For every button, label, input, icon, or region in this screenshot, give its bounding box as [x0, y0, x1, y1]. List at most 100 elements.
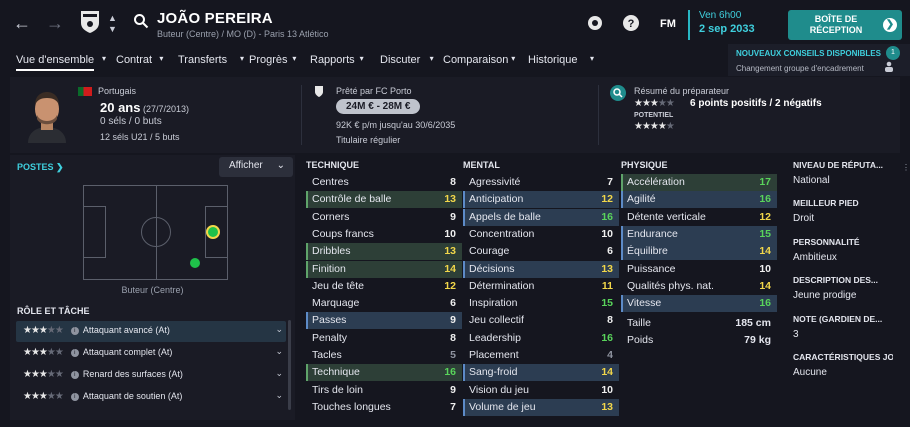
- senior-caps: 0 séls / 0 buts: [100, 116, 162, 127]
- player-subtitle[interactable]: Buteur (Centre) / MO (D) - Paris 13 Atlé…: [157, 29, 329, 39]
- attribute-row-mental[interactable]: Volume de jeu 13: [463, 398, 619, 416]
- attribute-row-technique[interactable]: Finition 14: [306, 260, 462, 278]
- positions-title[interactable]: POSTES ❯: [17, 162, 64, 173]
- attribute-name: Leadership: [469, 331, 521, 344]
- info-icon[interactable]: i: [70, 326, 79, 335]
- search-icon[interactable]: [133, 13, 149, 29]
- back-arrow-icon[interactable]: ←: [12, 13, 32, 33]
- info-icon[interactable]: i: [70, 348, 79, 357]
- transfer-value[interactable]: 24M € - 28M €: [336, 99, 421, 114]
- detail-value: 3: [793, 329, 799, 340]
- attribute-value: 8: [607, 314, 613, 327]
- attribute-row-physique[interactable]: Endurance 15: [621, 225, 777, 243]
- club-crest-icon[interactable]: [80, 10, 100, 34]
- forward-arrow-icon[interactable]: →: [45, 13, 65, 33]
- attribute-row-technique[interactable]: Dribbles 13: [306, 243, 462, 261]
- menu-contrat[interactable]: Contrat: [116, 54, 152, 66]
- attribute-row-mental[interactable]: Placement 4: [463, 347, 619, 364]
- attribute-value: 10: [759, 262, 771, 275]
- info-icon[interactable]: i: [70, 370, 79, 379]
- attribute-row-technique[interactable]: Tirs de loin 9: [306, 382, 462, 399]
- role-item[interactable]: ★★★★★ i Renard des surfaces (At) ⌄: [16, 365, 286, 386]
- attribute-row-physique[interactable]: Vitesse 16: [621, 295, 777, 313]
- attribute-row-technique[interactable]: Corners 9: [306, 209, 462, 226]
- attribute-row-technique[interactable]: Coups francs 10: [306, 226, 462, 243]
- attribute-row-mental[interactable]: Courage 6: [463, 243, 619, 260]
- attribute-row-physique[interactable]: Agilité 16: [621, 191, 777, 209]
- role-label: Attaquant de soutien (At): [82, 391, 183, 401]
- chevron-down-icon[interactable]: ⌄: [275, 390, 283, 401]
- attribute-row-technique[interactable]: Centres 8: [306, 174, 462, 191]
- menu-discuter[interactable]: Discuter: [380, 54, 420, 66]
- attribute-row-technique[interactable]: Touches longues 7: [306, 399, 462, 416]
- attribute-row-mental[interactable]: Vision du jeu 10: [463, 382, 619, 399]
- attribute-name: Équilibre: [627, 245, 668, 258]
- potential-label: POTENTIEL: [634, 112, 674, 119]
- attribute-value: 16: [601, 331, 613, 344]
- attribute-row-physique[interactable]: Équilibre 14: [621, 243, 777, 261]
- attribute-row-physique[interactable]: Puissance 10: [621, 261, 777, 278]
- inbox-button[interactable]: BOÎTE DE RÉCEPTION ❯: [788, 10, 902, 40]
- attribute-row-physique[interactable]: Détente verticale 12: [621, 209, 777, 226]
- roles-scrollbar[interactable]: [288, 320, 291, 410]
- nationality[interactable]: Portugais: [78, 86, 136, 97]
- roles-title: RÔLE ET TÂCHE: [17, 306, 90, 316]
- notification-panel[interactable]: NOUVEAUX CONSEILS DISPONIBLES Changement…: [728, 44, 910, 76]
- attribute-value: 9: [450, 383, 456, 396]
- chevron-down-icon[interactable]: ⌄: [275, 324, 283, 335]
- attribute-row-physique[interactable]: Accélération 17: [621, 174, 777, 191]
- chevron-up-icon[interactable]: ▲: [108, 14, 117, 23]
- role-item[interactable]: ★★★★★ i Attaquant avancé (At) ⌄: [16, 321, 286, 342]
- chevron-down-icon[interactable]: ▼: [108, 25, 117, 34]
- attribute-row-mental[interactable]: Appels de balle 16: [463, 208, 619, 226]
- attribute-value: 12: [759, 210, 771, 223]
- attribute-row-technique[interactable]: Tacles 5: [306, 347, 462, 364]
- attribute-row-mental[interactable]: Jeu collectif 8: [463, 312, 619, 329]
- attribute-row-technique[interactable]: Marquage 6: [306, 295, 462, 312]
- fm-logo[interactable]: FM: [660, 18, 676, 30]
- menu-historique[interactable]: Historique: [528, 54, 578, 66]
- chevron-down-icon[interactable]: ⌄: [275, 368, 283, 379]
- date-display[interactable]: Ven 6h00 2 sep 2033: [688, 10, 778, 40]
- attribute-row-technique[interactable]: Penalty 8: [306, 330, 462, 347]
- show-dropdown[interactable]: Afficher ⌄: [219, 157, 293, 177]
- info-icon[interactable]: i: [70, 392, 79, 401]
- attribute-row-technique[interactable]: Technique 16: [306, 364, 462, 382]
- attribute-row-mental[interactable]: Concentration 10: [463, 226, 619, 243]
- attribute-row-mental[interactable]: Leadership 16: [463, 330, 619, 347]
- attribute-row-technique[interactable]: Jeu de tête 12: [306, 278, 462, 295]
- more-options-icon[interactable]: ⋮: [902, 163, 910, 172]
- menu-progrs[interactable]: Progrès: [249, 54, 288, 66]
- menu-overview[interactable]: Vue d'ensemble: [16, 54, 95, 71]
- attribute-name: Placement: [469, 349, 519, 361]
- globe-icon[interactable]: [586, 14, 604, 32]
- attribute-name: Dribbles: [312, 245, 351, 258]
- detail-value: National: [793, 175, 830, 186]
- secondary-position-dot[interactable]: [190, 258, 200, 268]
- attribute-row-technique[interactable]: Contrôle de balle 13: [306, 191, 462, 209]
- primary-position-dot[interactable]: [206, 225, 220, 239]
- role-item[interactable]: ★★★★★ i Attaquant de soutien (At) ⌄: [16, 387, 286, 408]
- date-of-birth: (27/7/2013): [143, 104, 190, 114]
- role-label: Renard des surfaces (At): [82, 369, 183, 379]
- attribute-row-technique[interactable]: Passes 9: [306, 312, 462, 330]
- attribute-row-mental[interactable]: Anticipation 12: [463, 191, 619, 209]
- attribute-row-mental[interactable]: Décisions 13: [463, 260, 619, 278]
- attribute-row-mental[interactable]: Sang-froid 14: [463, 364, 619, 382]
- attribute-row-mental[interactable]: Détermination 11: [463, 278, 619, 295]
- measure-name: Taille: [627, 317, 651, 329]
- menu-comparaison[interactable]: Comparaison: [443, 54, 508, 66]
- menu-rapports[interactable]: Rapports: [310, 54, 355, 66]
- menu-transferts[interactable]: Transferts: [178, 54, 227, 66]
- attribute-row-mental[interactable]: Agressivité 7: [463, 174, 619, 191]
- attribute-name: Tirs de loin: [312, 383, 363, 396]
- attribute-row-mental[interactable]: Inspiration 15: [463, 295, 619, 312]
- chevron-down-icon[interactable]: ⌄: [275, 346, 283, 357]
- role-item[interactable]: ★★★★★ i Attaquant complet (At) ⌄: [16, 343, 286, 364]
- loan-status[interactable]: Prêté par FC Porto: [336, 86, 412, 96]
- help-icon[interactable]: ?: [622, 14, 640, 32]
- divider: [301, 85, 302, 145]
- attribute-value: 16: [759, 193, 771, 206]
- notification-count-badge: 1: [886, 46, 900, 60]
- attribute-row-physique[interactable]: Qualités phys. nat. 14: [621, 278, 777, 295]
